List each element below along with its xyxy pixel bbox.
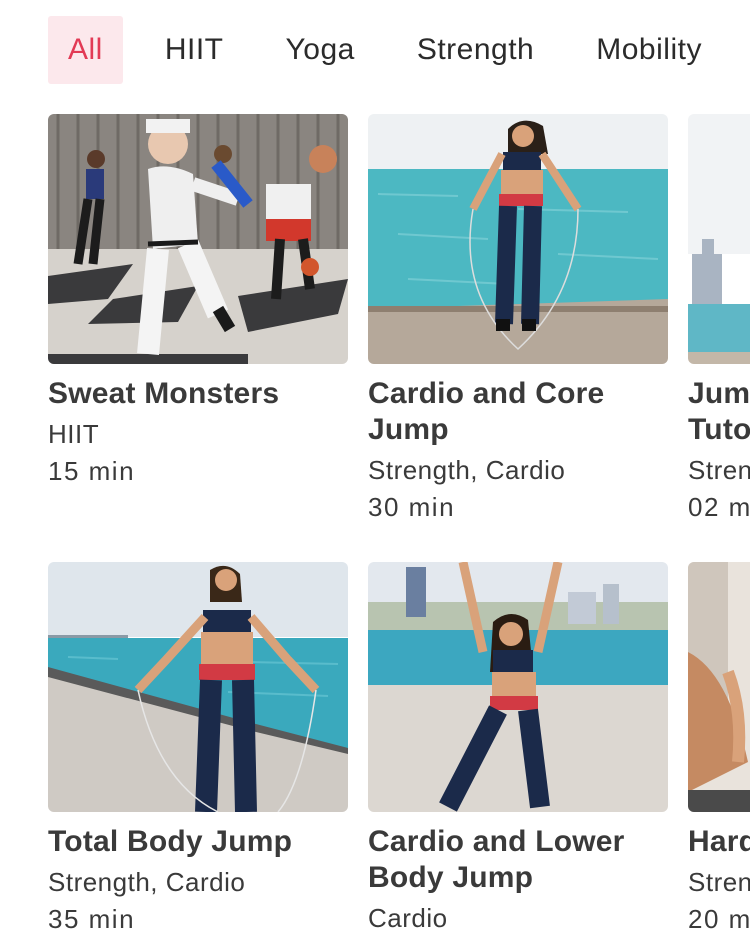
workout-card[interactable]: Cardio and Core Jump Strength, Cardio 30… — [368, 114, 668, 526]
workout-title: Cardio and Lower Body Jump — [368, 825, 625, 894]
workout-tags: HIIT — [48, 419, 100, 449]
workout-duration: 30 min — [368, 492, 456, 522]
workout-duration: 20 m — [688, 904, 750, 934]
workout-card[interactable]: Hard Stren 20 m — [688, 562, 750, 936]
workout-tags: Cardio — [368, 903, 448, 933]
lakefront-jump-rope-photo — [48, 562, 348, 812]
tab-strength[interactable]: Strength — [417, 16, 534, 84]
workout-title: Hard — [688, 825, 750, 858]
tab-yoga[interactable]: Yoga — [286, 16, 355, 84]
tab-hiit[interactable]: HIIT — [165, 16, 224, 84]
workout-duration: 02 m — [688, 492, 750, 522]
workout-thumbnail[interactable] — [48, 562, 348, 812]
workout-library: All HIIT Yoga Strength Mobility Sweat Mo… — [0, 0, 750, 936]
workout-title: Jum Tuto — [688, 377, 750, 446]
workout-card[interactable]: Total Body Jump Strength, Cardio 35 min — [48, 562, 348, 936]
workout-thumbnail[interactable] — [368, 562, 668, 812]
workout-tags: Strength, Cardio — [368, 455, 566, 485]
workout-duration: 15 min — [48, 456, 136, 486]
category-filter-bar: All HIIT Yoga Strength Mobility — [48, 16, 702, 84]
studio-group-workout-photo — [48, 114, 348, 364]
workout-thumbnail[interactable] — [368, 114, 668, 364]
workout-title: Cardio and Core Jump — [368, 377, 605, 446]
workout-thumbnail[interactable] — [48, 114, 348, 364]
arms-raised-lakeside-photo — [368, 562, 668, 812]
workout-title: Total Body Jump — [48, 825, 293, 858]
tab-mobility[interactable]: Mobility — [596, 16, 702, 84]
workout-tags: Stren — [688, 455, 750, 485]
workout-thumbnail[interactable] — [688, 114, 750, 364]
workout-card[interactable]: Jum Tuto Stren 02 m — [688, 114, 750, 526]
workout-tags: Strength, Cardio — [48, 867, 246, 897]
floor-stretch-photo — [688, 562, 750, 812]
workout-card[interactable]: Sweat Monsters HIIT 15 min — [48, 114, 348, 490]
city-skyline-lake-photo — [688, 114, 750, 364]
workout-card[interactable]: Cardio and Lower Body Jump Cardio — [368, 562, 668, 936]
tab-all[interactable]: All — [48, 16, 123, 84]
workout-thumbnail[interactable] — [688, 562, 750, 812]
workout-title: Sweat Monsters — [48, 377, 280, 410]
lakeside-jump-rope-photo — [368, 114, 668, 364]
workout-tags: Stren — [688, 867, 750, 897]
workout-duration: 35 min — [48, 904, 136, 934]
